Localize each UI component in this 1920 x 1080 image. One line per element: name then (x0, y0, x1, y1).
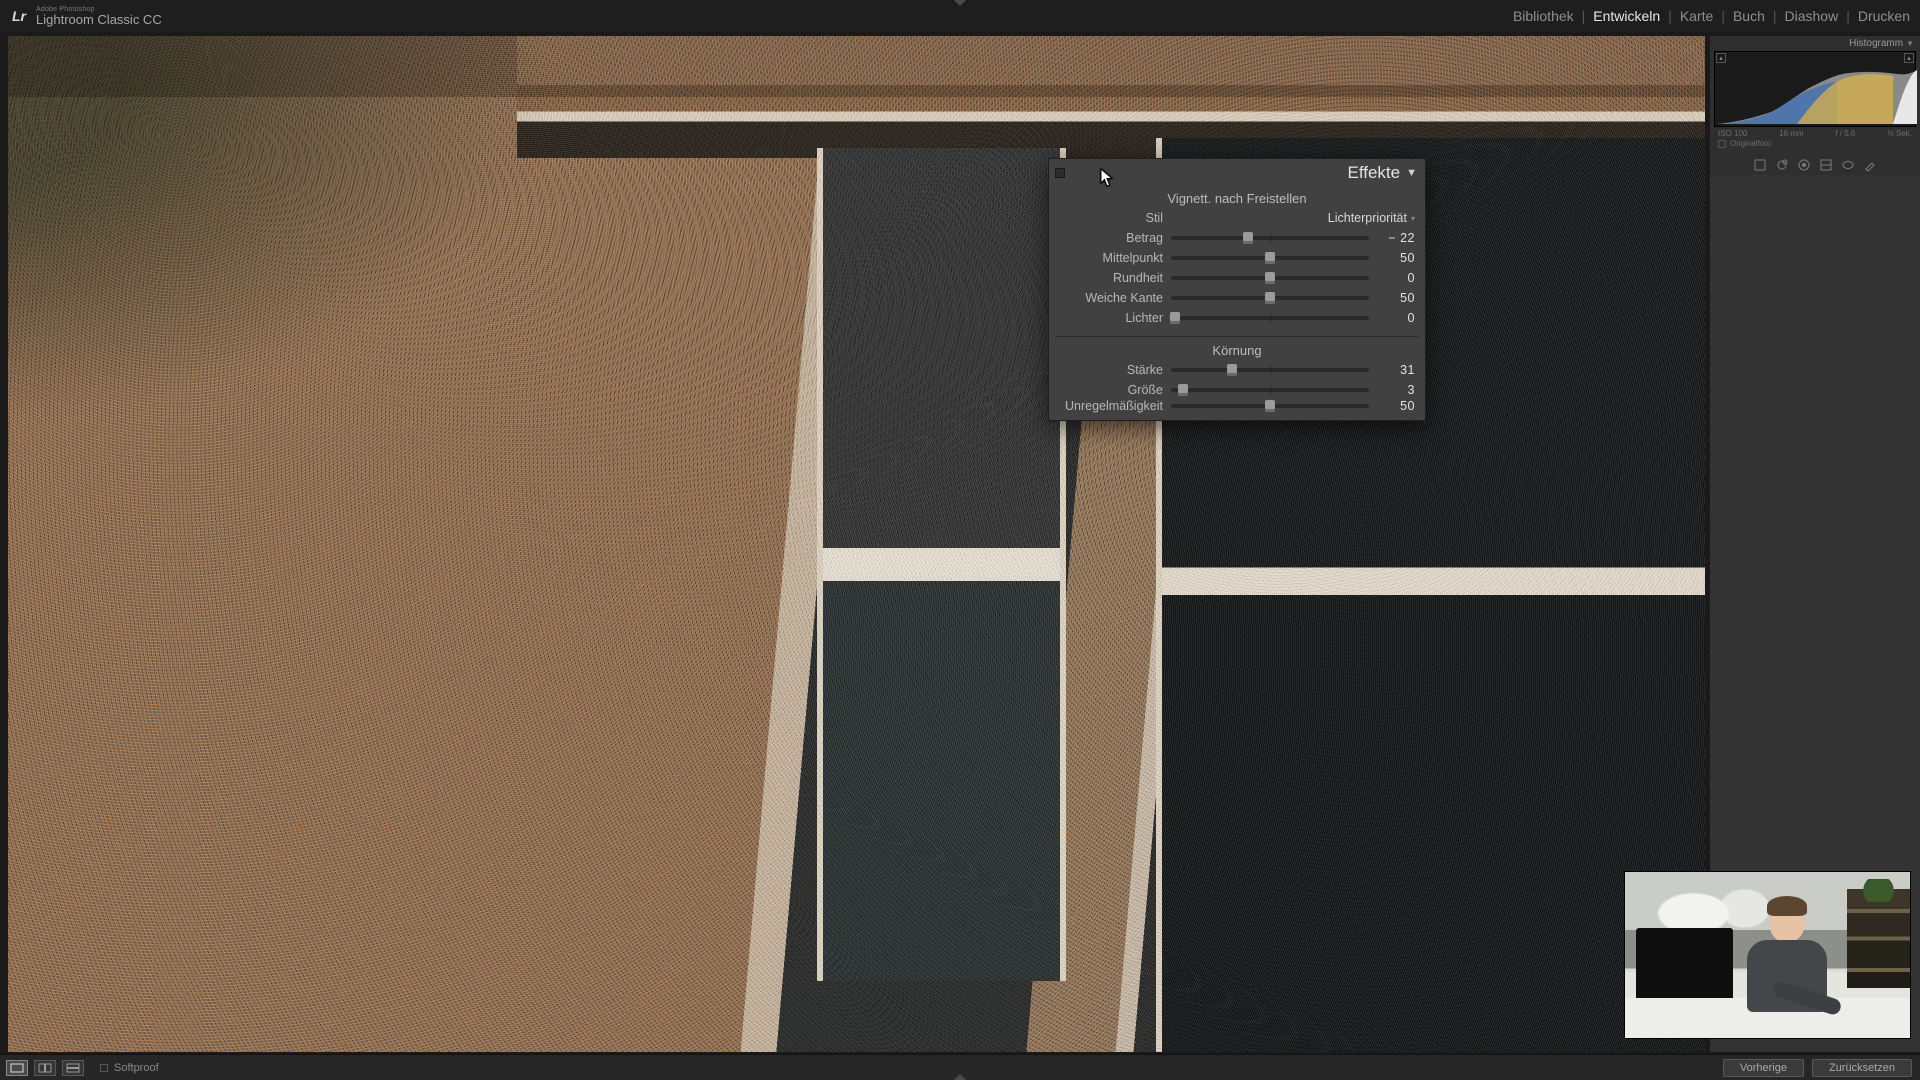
groesse-value[interactable]: 3 (1377, 383, 1415, 397)
meta-iso: ISO 100 (1718, 129, 1747, 138)
softproof-checkbox[interactable] (100, 1064, 108, 1072)
vignette-style-select[interactable]: Lichterpriorität ▾ (1328, 211, 1415, 225)
rundheit-slider[interactable] (1171, 276, 1369, 280)
loupe-view-button[interactable] (6, 1060, 28, 1076)
rundheit-slider-thumb[interactable] (1265, 272, 1275, 284)
lichter-label: Lichter (1059, 311, 1163, 325)
app-logo-block: Lr Adobe Photoshop Lightroom Classic CC (0, 5, 162, 27)
histogram-collapse-icon[interactable]: ▼ (1906, 39, 1914, 48)
mittelpunkt-value[interactable]: 50 (1377, 251, 1415, 265)
graduated-filter-tool-icon[interactable] (1819, 158, 1833, 172)
weiche-kante-label: Weiche Kante (1059, 291, 1163, 305)
module-karte[interactable]: Karte (1680, 8, 1713, 24)
rundheit-value[interactable]: 0 (1377, 271, 1415, 285)
histogram-meta: ISO 100 16 mm f / 5,6 ⅛ Sek. (1710, 127, 1920, 138)
module-picker: Bibliothek| Entwickeln| Karte| Buch| Dia… (1513, 8, 1920, 24)
panel-divider (1055, 336, 1419, 337)
meta-focal: 16 mm (1779, 129, 1803, 138)
spot-removal-tool-icon[interactable] (1775, 158, 1789, 172)
image-canvas[interactable] (8, 36, 1705, 1052)
histogram-title: Histogramm (1849, 38, 1903, 49)
before-after-lr-button[interactable] (34, 1060, 56, 1076)
mittelpunkt-label: Mittelpunkt (1059, 251, 1163, 265)
groesse-label: Größe (1059, 383, 1163, 397)
effects-panel-collapse-icon[interactable]: ▼ (1406, 167, 1417, 179)
module-drucken[interactable]: Drucken (1858, 8, 1910, 24)
module-buch[interactable]: Buch (1733, 8, 1765, 24)
staerke-slider[interactable] (1171, 368, 1369, 372)
weiche-kante-value[interactable]: 50 (1377, 291, 1415, 305)
dropdown-icon: ▾ (1411, 214, 1415, 223)
betrag-slider[interactable] (1171, 236, 1369, 240)
betrag-label: Betrag (1059, 231, 1163, 245)
previous-button[interactable]: Vorherige (1723, 1059, 1804, 1077)
develop-toolstrip (1714, 155, 1916, 175)
radial-filter-tool-icon[interactable] (1841, 158, 1855, 172)
betrag-slider-thumb[interactable] (1243, 232, 1253, 244)
meta-aperture: f / 5,6 (1835, 129, 1855, 138)
adjustment-brush-tool-icon[interactable] (1863, 158, 1877, 172)
softproof-label: Softproof (114, 1062, 159, 1074)
webcam-overlay (1625, 872, 1910, 1038)
rundheit-label: Rundheit (1059, 271, 1163, 285)
groesse-slider-thumb[interactable] (1178, 384, 1188, 396)
weiche-kante-slider[interactable] (1171, 296, 1369, 300)
original-photo-checkbox[interactable] (1718, 140, 1726, 148)
zoomed-photo (8, 36, 1705, 1052)
meta-shutter: ⅛ Sek. (1887, 129, 1912, 138)
lichter-value[interactable]: 0 (1377, 311, 1415, 325)
mittelpunkt-slider-thumb[interactable] (1265, 252, 1275, 264)
bottom-toolbar: Softproof Vorherige Zurücksetzen (0, 1054, 1920, 1080)
mittelpunkt-slider[interactable] (1171, 256, 1369, 260)
reset-button[interactable]: Zurücksetzen (1812, 1059, 1912, 1077)
staerke-slider-thumb[interactable] (1227, 364, 1237, 376)
expand-filmstrip-icon[interactable] (954, 1074, 966, 1080)
staerke-label: Stärke (1059, 363, 1163, 377)
expand-top-panel-icon[interactable] (954, 0, 966, 6)
histogram[interactable]: ▴ ▴ (1714, 51, 1916, 127)
redeye-tool-icon[interactable] (1797, 158, 1811, 172)
module-entwickeln[interactable]: Entwickeln (1593, 8, 1660, 24)
module-bibliothek[interactable]: Bibliothek (1513, 8, 1574, 24)
staerke-value[interactable]: 31 (1377, 363, 1415, 377)
effects-panel-title: Effekte (1347, 163, 1400, 183)
grain-section-title: Körnung (1049, 339, 1425, 360)
top-bar: Lr Adobe Photoshop Lightroom Classic CC … (0, 0, 1920, 32)
vignette-style-label: Stil (1059, 211, 1163, 225)
lichter-slider-thumb[interactable] (1170, 312, 1180, 324)
vignette-section-title: Vignett. nach Freistellen (1049, 187, 1425, 208)
unregel-slider[interactable] (1171, 404, 1369, 408)
before-after-tb-button[interactable] (62, 1060, 84, 1076)
shadow-clipping-icon[interactable]: ▴ (1716, 53, 1726, 63)
app-brand-big: Lightroom Classic CC (36, 13, 162, 26)
app-logo-icon: Lr (8, 5, 30, 27)
groesse-slider[interactable] (1171, 388, 1369, 392)
unregel-slider-thumb[interactable] (1265, 400, 1275, 412)
weiche-kante-slider-thumb[interactable] (1265, 292, 1275, 304)
betrag-value[interactable]: − 22 (1377, 231, 1415, 245)
crop-tool-icon[interactable] (1753, 158, 1767, 172)
vignette-style-value: Lichterpriorität (1328, 211, 1407, 225)
original-photo-label: Originalfoto (1730, 139, 1771, 148)
effects-panel[interactable]: Effekte ▼ Vignett. nach Freistellen Stil… (1048, 158, 1426, 421)
highlight-clipping-icon[interactable]: ▴ (1904, 53, 1914, 63)
unregel-value[interactable]: 50 (1377, 399, 1415, 413)
module-diashow[interactable]: Diashow (1785, 8, 1839, 24)
unregel-label: Unregelmäßigkeit (1059, 399, 1163, 413)
lichter-slider[interactable] (1171, 316, 1369, 320)
effects-panel-toggle[interactable] (1055, 168, 1065, 178)
